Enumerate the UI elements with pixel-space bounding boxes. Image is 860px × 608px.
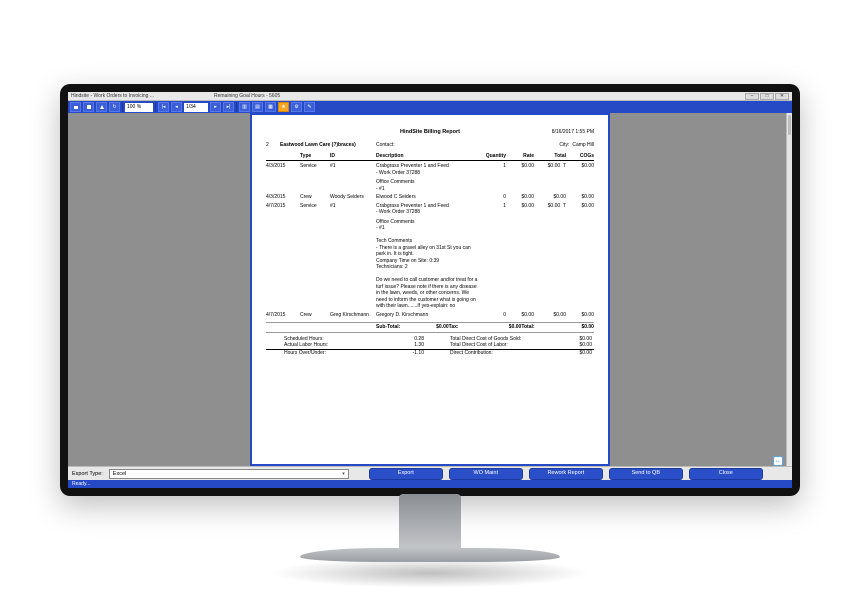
minimize-button[interactable]: – (745, 93, 759, 100)
col-rate: Rate (506, 153, 534, 160)
app-screen: Hindsite - Work Orders to Invoicing ... … (68, 92, 792, 488)
footer-bar: Export Type: Excel ▾ Export WO Maint Rew… (68, 466, 792, 480)
city-label: City: (547, 142, 569, 149)
quickconnect-icon[interactable]: ↔ (773, 456, 783, 466)
col-desc: Description (376, 153, 480, 160)
tool2-icon[interactable]: ✎ (304, 102, 315, 112)
table-row: 4/3/2015Service#1Crabgrass Preventer 1 a… (266, 163, 594, 192)
total-value: $0.00 (558, 324, 594, 331)
window-titlebar: Hindsite - Work Orders to Invoicing ... … (68, 92, 792, 101)
next-page-icon[interactable]: ▸ (210, 102, 221, 112)
report-toolbar: ↻ 100 % |◂ ◂ 1/34 ▸ ▸| ▥ ▤ ▦ ★ ⚙ ✎ (68, 101, 792, 113)
export-type-select[interactable]: Excel ▾ (109, 469, 349, 479)
total-label: Total: (521, 324, 557, 331)
customer-name: Eastwood Lawn Care (?)braces) (280, 142, 376, 149)
report-print-date: 8/16/2017 1:55 PM (552, 129, 594, 136)
col-id: ID (330, 153, 376, 160)
table-row: 4/3/2015CrewWoody SeidersElwood C Seider… (266, 194, 594, 201)
tax-value: $0.00 (485, 324, 521, 331)
toolbar-divider (122, 102, 123, 112)
column-headers: Type ID Description Quantity Rate Total … (266, 153, 594, 162)
labor-cost-label: Total Direct Cost of Labor: (450, 342, 508, 349)
toolbar-divider (155, 102, 156, 112)
contact-label: Contact: (376, 142, 426, 149)
report-title: HindSite Billing Report (266, 129, 594, 136)
goal-hours-label: Remaining Goal Hours - 5605 (214, 93, 280, 99)
report-viewport: 8/16/2017 1:55 PM HindSite Billing Repor… (68, 113, 792, 466)
window-title: Hindsite - Work Orders to Invoicing ... (71, 93, 154, 99)
actual-hours-label: Actual Labor Hours: (284, 342, 328, 349)
export-icon[interactable] (96, 102, 107, 112)
col-total: Total (534, 153, 566, 160)
refresh-icon[interactable]: ↻ (109, 102, 120, 112)
vertical-scrollbar[interactable] (786, 113, 792, 466)
over-under-value: -1.10 (413, 350, 424, 357)
export-type-value: Excel (113, 471, 126, 477)
col-cogs: COGs (566, 153, 594, 160)
layout-icon[interactable]: ▥ (239, 102, 250, 112)
contribution-value: $0.00 (579, 350, 592, 357)
page-field[interactable]: 1/34 (184, 103, 208, 112)
close-window-button[interactable]: ✕ (775, 93, 789, 100)
col-date (266, 153, 300, 160)
export-button[interactable]: Export (369, 468, 443, 480)
col-type: Type (300, 153, 330, 160)
save-icon[interactable] (83, 102, 94, 112)
actual-hours-value: 1.30 (414, 342, 424, 349)
tool-icon[interactable]: ⚙ (291, 102, 302, 112)
tax-label: Tax: (449, 324, 485, 331)
customer-header: 2 Eastwood Lawn Care (?)braces) Contact:… (266, 142, 594, 149)
last-page-icon[interactable]: ▸| (223, 102, 234, 112)
layout2-icon[interactable]: ▤ (252, 102, 263, 112)
print-icon[interactable] (70, 102, 81, 112)
subtotal-value: $0.00 (412, 324, 448, 331)
wo-maint-button[interactable]: WO Maint (449, 468, 523, 480)
chevron-down-icon: ▾ (342, 471, 345, 477)
customer-number: 2 (266, 142, 280, 149)
highlight-icon[interactable]: ★ (278, 102, 289, 112)
maximize-button[interactable]: □ (760, 93, 774, 100)
layout3-icon[interactable]: ▦ (265, 102, 276, 112)
table-row: 4/7/2015CrewGreg KirschmannGregory D. Ki… (266, 312, 594, 319)
rework-report-button[interactable]: Rework Report (529, 468, 603, 480)
first-page-icon[interactable]: |◂ (158, 102, 169, 112)
close-button[interactable]: Close (689, 468, 763, 480)
prev-page-icon[interactable]: ◂ (171, 102, 182, 112)
report-page: 8/16/2017 1:55 PM HindSite Billing Repor… (250, 113, 610, 466)
toolbar-divider (236, 102, 237, 112)
labor-cost-value: $0.00 (579, 342, 592, 349)
subtotal-row: Sub-Total: $0.00 Tax: $0.00 Total: $0.00 (266, 322, 594, 333)
send-to-qb-button[interactable]: Send to QB (609, 468, 683, 480)
table-row: 4/7/2015Service#1Crabgrass Preventer 1 a… (266, 203, 594, 310)
col-qty: Quantity (480, 153, 506, 160)
status-text: Ready... (72, 481, 90, 487)
zoom-field[interactable]: 100 % (125, 103, 153, 112)
scroll-thumb[interactable] (788, 115, 791, 135)
subtotal-label: Sub-Total: (376, 324, 412, 331)
summary-section: Scheduled Hours:0.28 Actual Labor Hours:… (266, 336, 594, 357)
contribution-label: Direct Contribution: (450, 350, 493, 357)
export-type-label: Export Type: (72, 471, 103, 477)
city-value: Camp Hill (572, 142, 594, 149)
status-bar: Ready... (68, 480, 792, 488)
over-under-label: Hours Over/Under: (284, 350, 326, 357)
